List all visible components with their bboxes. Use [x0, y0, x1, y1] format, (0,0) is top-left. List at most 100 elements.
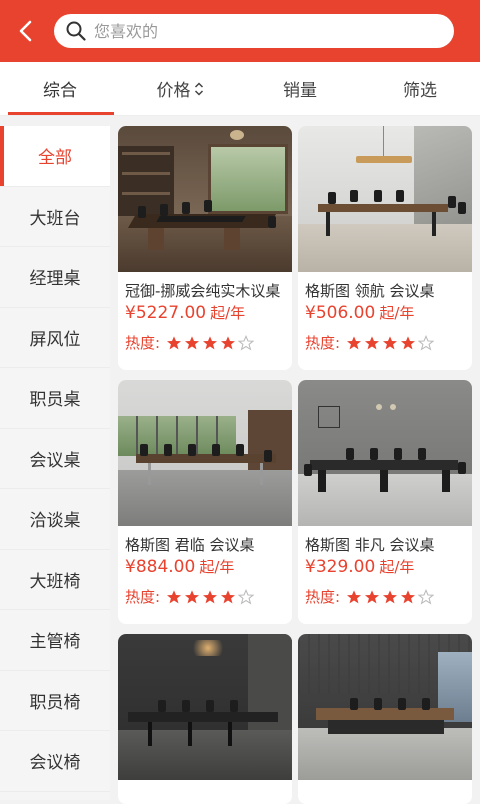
sidebar-item-label: 大班椅 [29, 571, 81, 592]
star-filled-icon [365, 589, 380, 603]
price-value: ¥884.00 [125, 557, 196, 577]
product-card[interactable]: 冠御-挪威会纯实木议桌 ¥5227.00 起/年 热度: [118, 126, 292, 370]
star-filled-icon [401, 589, 416, 603]
star-filled-icon [347, 335, 362, 349]
product-name [298, 780, 472, 804]
sidebar-item-label: 职员椅 [29, 692, 81, 713]
category-sidebar: 全部 大班台 经理桌 屏风位 职员桌 会议桌 洽谈桌 大班椅 主管椅 职员椅 会… [0, 126, 110, 800]
sidebar-item-meeting-chair[interactable]: 会议椅 [0, 731, 110, 792]
star-empty-icon [418, 334, 435, 351]
price-value: ¥506.00 [305, 303, 376, 323]
sidebar-item-all[interactable]: 全部 [0, 126, 110, 187]
product-name: 格斯图 非凡 会议桌 [305, 536, 435, 552]
product-image [118, 634, 292, 780]
product-image [298, 126, 472, 272]
star-filled-icon [221, 335, 236, 349]
product-card[interactable]: 格斯图 君临 会议桌 ¥884.00 起/年 热度: [118, 380, 292, 624]
price-value: ¥329.00 [305, 557, 376, 577]
tab-price[interactable]: 价格 [120, 62, 240, 115]
product-card[interactable] [298, 634, 472, 804]
price-unit: 起/年 [199, 558, 235, 576]
sidebar-item-label: 大班台 [29, 208, 81, 229]
sidebar-item-label: 洽谈桌 [29, 511, 81, 532]
star-rating [166, 588, 256, 605]
tab-label: 价格 [156, 81, 191, 101]
product-rating: 热度: [298, 328, 472, 353]
search-input[interactable] [94, 21, 414, 41]
back-button[interactable] [10, 14, 42, 48]
sidebar-item-label: 会议桌 [29, 450, 81, 471]
tab-label: 销量 [283, 81, 317, 101]
product-card[interactable] [118, 634, 292, 804]
product-image [118, 126, 292, 272]
product-image [118, 380, 292, 526]
star-filled-icon [203, 589, 218, 603]
star-filled-icon [185, 589, 200, 603]
sidebar-item-label: 主管椅 [29, 632, 81, 653]
product-name: 冠御-挪威会纯实木议桌 [125, 282, 281, 298]
rating-label: 热度: [305, 588, 341, 606]
star-filled-icon [383, 589, 398, 603]
price-unit: 起/年 [210, 304, 246, 322]
product-price: ¥5227.00 起/年 [118, 298, 292, 328]
star-filled-icon [203, 335, 218, 349]
product-name: 格斯图 君临 会议桌 [125, 536, 255, 552]
product-card[interactable]: 格斯图 非凡 会议桌 ¥329.00 起/年 热度: [298, 380, 472, 624]
sidebar-item-supervisor-chair[interactable]: 主管椅 [0, 610, 110, 671]
sidebar-item-conference-table[interactable]: 会议桌 [0, 429, 110, 489]
star-filled-icon [221, 589, 236, 603]
star-empty-icon [238, 334, 255, 351]
tab-comprehensive[interactable]: 综合 [0, 62, 120, 115]
star-filled-icon [167, 589, 182, 603]
star-filled-icon [167, 335, 182, 349]
price-value: ¥5227.00 [125, 303, 207, 323]
product-rating: 热度: [118, 582, 292, 607]
star-filled-icon [185, 335, 200, 349]
sidebar-item-manager-desk[interactable]: 经理桌 [0, 247, 110, 308]
top-bar [0, 0, 480, 62]
product-name [118, 780, 292, 804]
product-name: 格斯图 领航 会议桌 [305, 282, 435, 298]
sidebar-item-staff-desk[interactable]: 职员桌 [0, 368, 110, 429]
sidebar-item-label: 经理桌 [29, 269, 81, 290]
rating-label: 热度: [125, 588, 161, 606]
star-filled-icon [347, 589, 362, 603]
product-price: ¥329.00 起/年 [298, 552, 472, 582]
product-card[interactable]: 格斯图 领航 会议桌 ¥506.00 起/年 热度: [298, 126, 472, 370]
sort-tabs: 综合 价格 销量 筛选 [0, 62, 480, 116]
star-rating [166, 334, 256, 351]
tab-label: 综合 [43, 81, 77, 101]
sidebar-item-label: 职员桌 [29, 390, 81, 411]
star-filled-icon [383, 335, 398, 349]
chevron-left-icon [19, 20, 32, 42]
star-filled-icon [401, 335, 416, 349]
product-price: ¥884.00 起/年 [118, 552, 292, 582]
sidebar-item-executive-desk[interactable]: 大班台 [0, 187, 110, 247]
sort-updown-icon [194, 81, 203, 96]
price-unit: 起/年 [379, 558, 415, 576]
search-icon [66, 21, 86, 41]
sidebar-item-negotiation-table[interactable]: 洽谈桌 [0, 489, 110, 550]
search-bar[interactable] [54, 14, 454, 48]
product-rating: 热度: [118, 328, 292, 353]
sidebar-item-workstation[interactable]: 屏风位 [0, 308, 110, 368]
product-price: ¥506.00 起/年 [298, 298, 472, 328]
price-unit: 起/年 [379, 304, 415, 322]
star-rating [346, 334, 436, 351]
star-empty-icon [418, 588, 435, 605]
star-rating [346, 588, 436, 605]
tab-filter[interactable]: 筛选 [360, 62, 480, 115]
sidebar-item-label: 全部 [38, 148, 72, 169]
sidebar-item-staff-chair[interactable]: 职员椅 [0, 671, 110, 731]
sidebar-item-label: 屏风位 [29, 329, 81, 350]
sidebar-item-executive-chair[interactable]: 大班椅 [0, 550, 110, 610]
rating-label: 热度: [305, 334, 341, 352]
star-filled-icon [365, 335, 380, 349]
rating-label: 热度: [125, 334, 161, 352]
sidebar-item-label: 会议椅 [29, 753, 81, 774]
product-rating: 热度: [298, 582, 472, 607]
tab-label: 筛选 [403, 81, 437, 101]
product-image [298, 634, 472, 780]
star-empty-icon [238, 588, 255, 605]
tab-sales[interactable]: 销量 [240, 62, 360, 115]
